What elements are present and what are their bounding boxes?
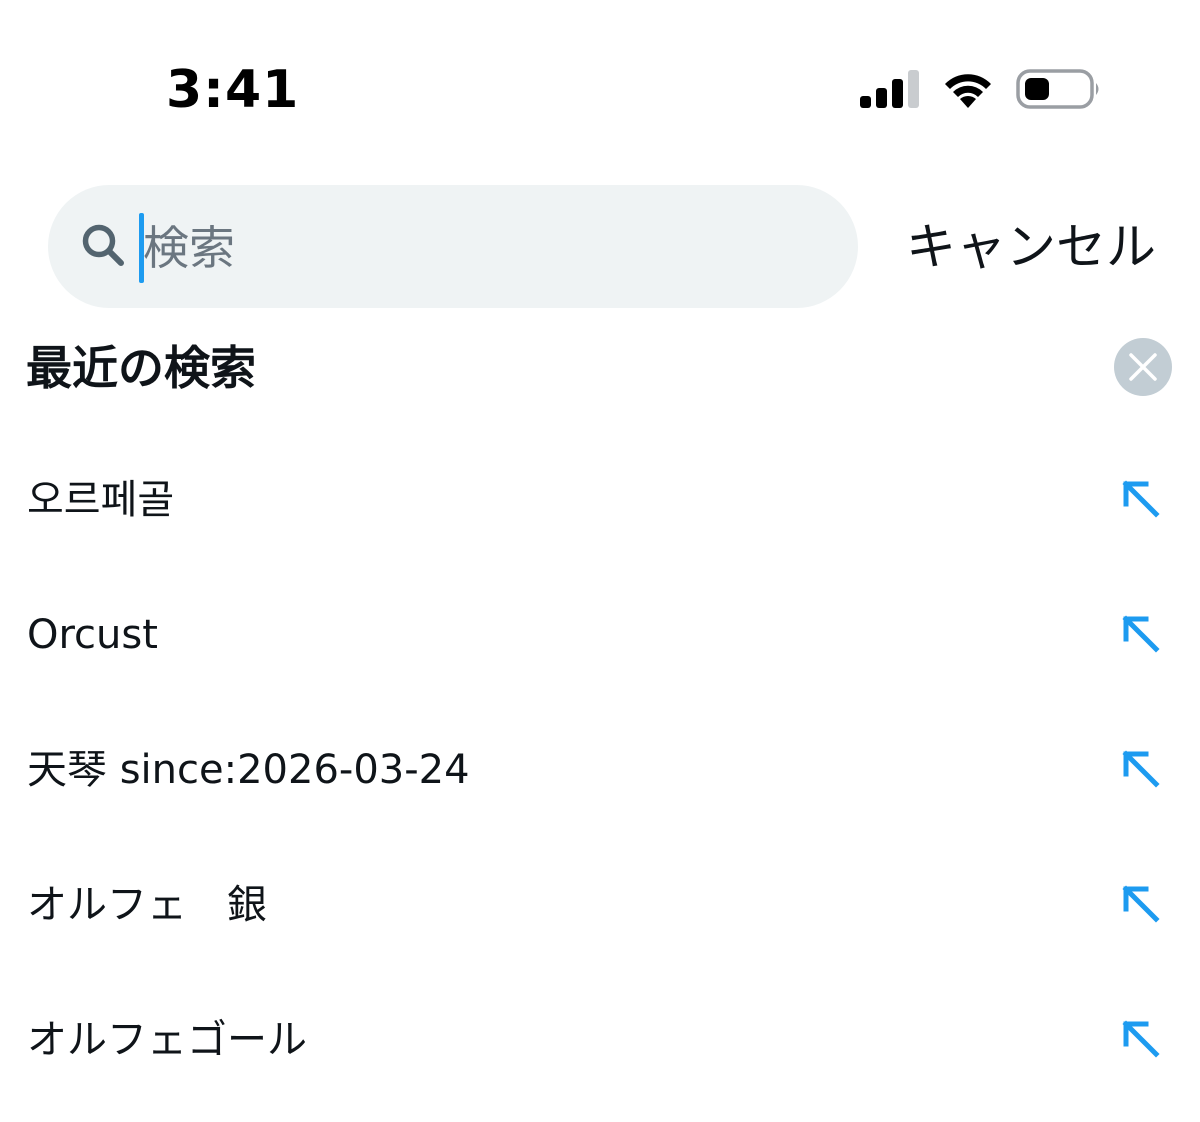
recent-search-text: 天琴 since:2026-03-24 [27, 747, 470, 793]
recent-search-item[interactable]: オルフェ 銀 [0, 837, 1200, 972]
arrow-up-left-icon[interactable] [1120, 613, 1162, 655]
recent-search-item[interactable]: オルフェゴール [0, 972, 1200, 1107]
recent-search-text: オルフェゴール [27, 1017, 307, 1063]
search-input[interactable] [143, 210, 833, 286]
recent-search-text: Orcust [27, 612, 158, 658]
cellular-signal-icon [860, 70, 919, 108]
arrow-up-left-icon[interactable] [1120, 478, 1162, 520]
recent-search-text: 오르페골 [27, 477, 175, 523]
recent-search-item[interactable]: Orcust [0, 567, 1200, 702]
search-icon [82, 224, 124, 266]
recent-search-item[interactable]: 오르페골 [0, 432, 1200, 567]
recent-search-item[interactable]: 天琴 since:2026-03-24 [0, 702, 1200, 837]
recent-searches-title: 最近の検索 [26, 341, 256, 395]
arrow-up-left-icon[interactable] [1120, 1018, 1162, 1060]
cancel-button[interactable]: キャンセル [906, 212, 1156, 282]
status-time: 3:41 [166, 60, 300, 120]
clear-recent-button[interactable] [1114, 338, 1172, 396]
recent-search-text: オルフェ 銀 [27, 882, 267, 928]
wifi-icon [945, 74, 991, 108]
arrow-up-left-icon[interactable] [1120, 883, 1162, 925]
arrow-up-left-icon[interactable] [1120, 748, 1162, 790]
close-icon [1129, 353, 1157, 381]
recent-searches-list: 오르페골 Orcust 天琴 since:2026-03-24 オルフェ 銀 オ… [0, 432, 1200, 1107]
status-bar: 3:41 [0, 0, 1200, 150]
battery-icon [1016, 69, 1099, 109]
